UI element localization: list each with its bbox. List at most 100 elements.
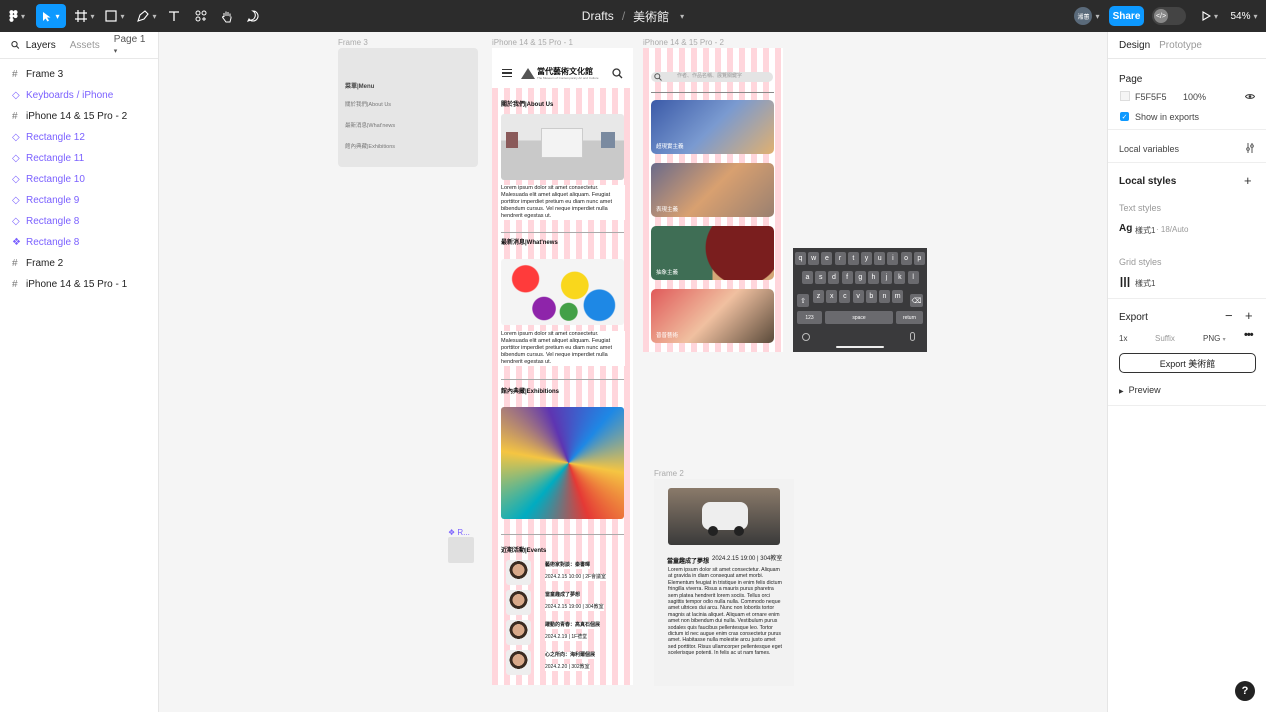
present-button[interactable]: ▾ [1198, 0, 1222, 32]
key[interactable]: v [852, 290, 864, 303]
event-item-title[interactable]: 藝術家對談：秦書暉 [545, 562, 591, 569]
key[interactable]: z [813, 290, 824, 303]
iphone2-label[interactable]: iPhone 14 & 15 Pro - 2 [643, 38, 724, 47]
layer-row[interactable]: ◇ Rectangle 9 [0, 190, 158, 211]
key[interactable]: c [839, 290, 851, 303]
number-key[interactable]: 123 [797, 311, 822, 324]
page-color-swatch[interactable] [1120, 91, 1130, 101]
key[interactable]: l [907, 271, 919, 284]
search-icon[interactable] [612, 68, 623, 79]
export-format-select[interactable]: PNG ▾ [1203, 334, 1226, 343]
menu-item-about[interactable]: 關於我們|About Us [345, 102, 391, 109]
key[interactable]: w [808, 252, 820, 265]
key[interactable]: e [821, 252, 833, 265]
menu-frame[interactable]: 菜單|Menu 關於我們|About Us 最新消息|What'news 館內典… [338, 48, 478, 167]
tab-prototype[interactable]: Prototype [1159, 40, 1202, 51]
key[interactable]: q [795, 252, 806, 265]
rectangle-component[interactable] [448, 537, 474, 563]
category-card[interactable]: 普普藝術 [651, 289, 774, 343]
layer-row[interactable]: ◇ Rectangle 8 [0, 211, 158, 232]
tab-assets[interactable]: Assets [70, 40, 100, 51]
iphone1-frame[interactable]: 當代藝術文化館 The Museum of Contemporary Art a… [492, 48, 633, 685]
canvas[interactable]: Frame 3 菜單|Menu 關於我們|About Us 最新消息|What'… [159, 32, 1107, 712]
tab-design[interactable]: Design [1119, 40, 1150, 51]
add-style-icon[interactable]: + [1244, 173, 1252, 188]
emoji-icon[interactable] [802, 333, 810, 341]
microphone-icon[interactable] [910, 332, 915, 341]
layer-row[interactable]: ◇ Rectangle 10 [0, 169, 158, 190]
key[interactable]: o [900, 252, 912, 265]
key[interactable]: m [892, 290, 904, 303]
share-button[interactable]: Share [1109, 6, 1144, 26]
search-icon[interactable] [11, 40, 20, 50]
event-item-title[interactable]: 躍動的青春：高真石個展 [545, 622, 601, 629]
event-thumbnail[interactable] [506, 590, 531, 615]
preview-toggle[interactable]: ▶ Preview [1119, 385, 1161, 395]
key[interactable]: k [894, 271, 906, 284]
key[interactable]: t [847, 252, 859, 265]
iphone1-label[interactable]: iPhone 14 & 15 Pro - 1 [492, 38, 573, 47]
category-card[interactable]: 超現實主義 [651, 100, 774, 154]
add-export-icon[interactable]: + [1245, 308, 1253, 323]
export-scale[interactable]: 1x [1119, 334, 1127, 343]
page-opacity-value[interactable]: 100% [1183, 92, 1206, 102]
text-style-name[interactable]: 樣式1 [1135, 225, 1155, 236]
layer-row[interactable]: ◇ Rectangle 11 [0, 148, 158, 169]
category-card[interactable]: 表現主義 [651, 163, 774, 217]
delete-key[interactable]: ⌫ [910, 294, 923, 307]
menu-item-news[interactable]: 最新消息|What'news [345, 123, 395, 130]
menu-item-exhibitions[interactable]: 館內典藏|Exhibitions [345, 144, 395, 151]
key[interactable]: s [815, 271, 827, 284]
category-card[interactable]: 抽象主義 [651, 226, 774, 280]
key[interactable]: h [868, 271, 879, 284]
layer-row[interactable]: ◇ Rectangle 12 [0, 127, 158, 148]
export-suffix-input[interactable]: Suffix [1155, 334, 1175, 343]
shift-key[interactable]: ⇧ [797, 294, 809, 307]
key[interactable]: b [865, 290, 877, 303]
event-item-title[interactable]: 心之所向：海利爾個展 [545, 652, 596, 659]
layer-row[interactable]: # iPhone 14 & 15 Pro - 2 [0, 106, 158, 127]
hamburger-icon[interactable] [502, 69, 512, 77]
tab-layers[interactable]: Layers [26, 40, 56, 51]
file-name[interactable]: 美術館 [633, 8, 669, 25]
key[interactable]: i [887, 252, 899, 265]
key[interactable]: d [828, 271, 840, 284]
key[interactable]: u [874, 252, 886, 265]
show-in-exports-checkbox[interactable]: ✓ [1120, 112, 1129, 121]
dev-mode-toggle[interactable]: </> [1150, 0, 1188, 32]
key[interactable]: x [826, 290, 838, 303]
local-variables-label[interactable]: Local variables [1119, 144, 1179, 154]
key[interactable]: r [834, 252, 846, 265]
eye-icon[interactable] [1245, 93, 1255, 100]
key[interactable]: j [881, 271, 893, 284]
key[interactable]: a [802, 271, 813, 284]
return-key[interactable]: return [896, 311, 923, 324]
event-item-title[interactable]: 當童趣成了夢想 [545, 592, 581, 599]
space-key[interactable]: space [825, 311, 893, 324]
event-thumbnail[interactable] [506, 620, 531, 645]
export-button[interactable]: Export 美術館 [1119, 353, 1256, 373]
key[interactable]: y [861, 252, 872, 265]
grid-style-name[interactable]: 樣式1 [1135, 278, 1155, 289]
event-detail-frame[interactable]: 當童趣成了夢想 2024.2.15 19:00 | 304教室 Lorem ip… [654, 479, 794, 686]
frame3-label[interactable]: Frame 3 [338, 38, 368, 47]
layer-row[interactable]: # Frame 3 [0, 64, 158, 85]
page-selector[interactable]: Page 1 ▾ [114, 34, 147, 56]
key[interactable]: g [854, 271, 866, 284]
keyboard-frame[interactable]: qwertyuiop asdfghjkl zxcvbnm ⇧ ⌫ 123 space… [793, 248, 927, 352]
file-path[interactable]: Drafts [582, 9, 614, 23]
chevron-down-icon[interactable]: ▾ [680, 12, 684, 21]
more-options-icon[interactable]: ••• [1244, 329, 1254, 341]
layer-row[interactable]: ❖ Rectangle 8 [0, 232, 158, 253]
page-color-value[interactable]: F5F5F5 [1135, 92, 1167, 102]
help-button[interactable]: ? [1235, 681, 1255, 701]
event-thumbnail[interactable] [506, 560, 531, 585]
component-label[interactable]: ❖ R... [448, 528, 470, 537]
key[interactable]: p [913, 252, 925, 265]
layer-row[interactable]: ◇ Keyboards / iPhone [0, 85, 158, 106]
layer-row[interactable]: # iPhone 14 & 15 Pro - 1 [0, 274, 158, 295]
search-bar[interactable]: 作者、作品名稱、展覽關鍵字 [651, 72, 773, 82]
layer-row[interactable]: # Frame 2 [0, 253, 158, 274]
key[interactable]: f [841, 271, 853, 284]
event-thumbnail[interactable] [506, 650, 531, 675]
